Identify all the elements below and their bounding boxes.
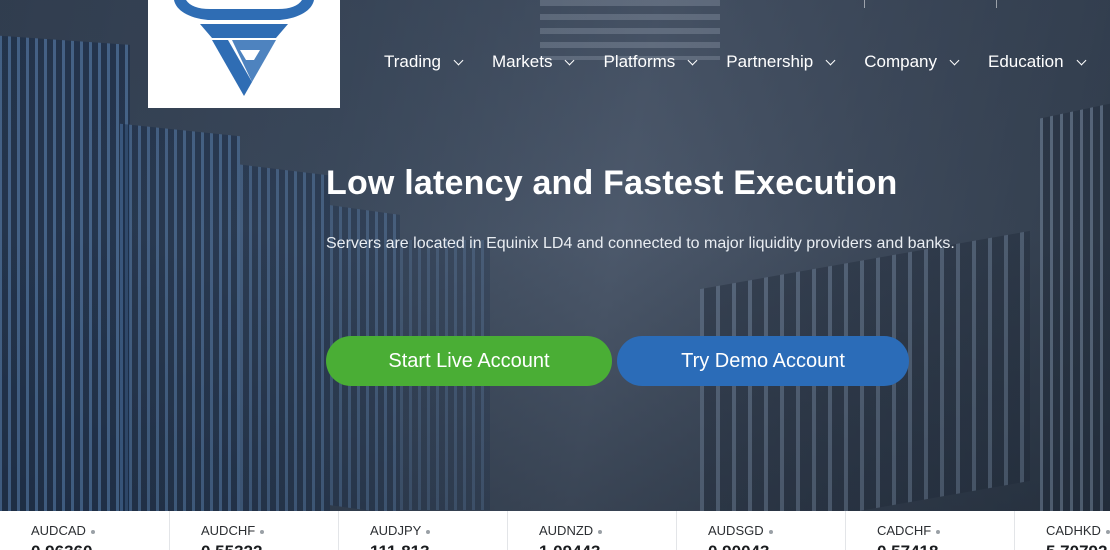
nav-item-label: Education xyxy=(987,52,1064,71)
ticker-item[interactable]: AUDNZD 1.09443 xyxy=(507,511,676,550)
hero-subheadline: Servers are located in Equinix LD4 and c… xyxy=(326,235,955,252)
nav-item-trading[interactable]: Trading xyxy=(384,52,464,72)
hero-headline: Low latency and Fastest Execution xyxy=(326,164,898,202)
nav-item-label: Company xyxy=(864,52,937,71)
ticker-symbol: AUDNZD xyxy=(539,523,594,538)
ticker-item[interactable]: CADHKD 5.70792 xyxy=(1014,511,1110,550)
ticker-item[interactable]: AUDJPY 111.813 xyxy=(338,511,507,550)
ticker-item[interactable]: AUDCAD 0.96360 xyxy=(0,511,169,550)
ticker-item[interactable]: AUDCHF 0.55322 xyxy=(169,511,338,550)
server-rack-image xyxy=(1040,101,1110,511)
nav-item-partnership[interactable]: Partnership xyxy=(726,52,836,72)
try-demo-account-button[interactable]: Try Demo Account xyxy=(617,336,909,386)
top-bar-divider xyxy=(996,0,997,8)
ticker-price: 0.57418 xyxy=(877,542,1014,550)
price-ticker: AUDCAD 0.96360 AUDCHF 0.55322 AUDJPY 111… xyxy=(0,511,1110,550)
status-dot-icon xyxy=(426,529,431,534)
nav-item-label: Platforms xyxy=(603,52,676,71)
nav-item-markets[interactable]: Markets xyxy=(492,52,575,72)
nav-item-label: Partnership xyxy=(726,52,814,71)
ticker-symbol: AUDSGD xyxy=(708,523,764,538)
status-dot-icon xyxy=(768,529,773,534)
start-live-account-button[interactable]: Start Live Account xyxy=(326,336,612,386)
main-navigation: Trading Markets Platforms Partnership Co… xyxy=(384,52,1110,72)
ticker-symbol: AUDCHF xyxy=(201,523,256,538)
hero-section: Trading Markets Platforms Partnership Co… xyxy=(0,0,1110,511)
chevron-down-icon xyxy=(565,55,575,65)
ticker-item[interactable]: CADCHF 0.57418 xyxy=(845,511,1014,550)
server-rack-image xyxy=(120,123,240,511)
nav-item-label: Trading xyxy=(384,52,442,71)
status-dot-icon xyxy=(936,529,941,534)
ticker-price: 5.70792 xyxy=(1046,542,1110,550)
ticker-symbol: AUDJPY xyxy=(370,523,422,538)
brand-logo-icon xyxy=(174,0,314,96)
nav-item-label: Markets xyxy=(492,52,553,71)
top-bar-divider xyxy=(864,0,865,8)
chevron-down-icon xyxy=(453,55,464,65)
status-dot-icon xyxy=(1105,529,1110,534)
ticker-price: 111.813 xyxy=(370,542,507,550)
chevron-down-icon xyxy=(1076,55,1087,65)
ticker-item[interactable]: AUDSGD 0.90043 xyxy=(676,511,845,550)
ticker-price: 0.55322 xyxy=(201,542,338,550)
ceiling-lights xyxy=(540,0,720,60)
chevron-down-icon xyxy=(687,55,698,65)
chevron-down-icon xyxy=(825,55,836,65)
ticker-symbol: CADCHF xyxy=(877,523,932,538)
ticker-price: 0.96360 xyxy=(31,542,169,550)
nav-item-platforms[interactable]: Platforms xyxy=(603,52,698,72)
server-rack-image xyxy=(240,164,330,511)
status-dot-icon xyxy=(90,529,95,534)
ticker-price: 1.09443 xyxy=(539,542,676,550)
ticker-price: 0.90043 xyxy=(708,542,845,550)
nav-item-company[interactable]: Company xyxy=(864,52,960,72)
status-dot-icon xyxy=(598,529,603,534)
ticker-symbol: CADHKD xyxy=(1046,523,1101,538)
server-rack-image xyxy=(0,35,130,511)
status-dot-icon xyxy=(260,529,265,534)
chevron-down-icon xyxy=(949,55,960,65)
ticker-symbol: AUDCAD xyxy=(31,523,86,538)
nav-item-education[interactable]: Education xyxy=(987,52,1087,72)
logo[interactable] xyxy=(148,0,340,108)
